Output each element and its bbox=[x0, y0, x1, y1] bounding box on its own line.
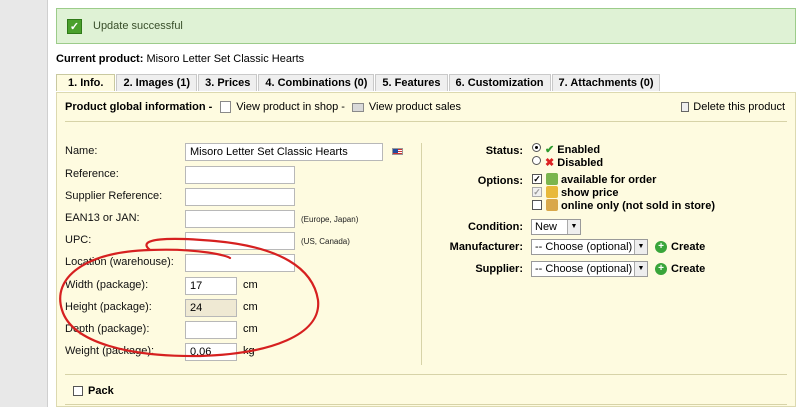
status-disabled-radio[interactable] bbox=[532, 156, 541, 165]
height-input[interactable] bbox=[185, 299, 237, 317]
weight-label: Weight (package): bbox=[65, 345, 155, 357]
height-unit: cm bbox=[243, 301, 258, 313]
chevron-down-icon: ▼ bbox=[634, 240, 647, 254]
view-in-shop-link[interactable]: View product in shop - bbox=[236, 101, 345, 113]
online-only-label: online only (not sold in store) bbox=[561, 200, 715, 212]
width-label: Width (package): bbox=[65, 279, 149, 291]
success-text: Update successful bbox=[93, 20, 183, 32]
status-enabled: ✔ Enabled bbox=[545, 143, 600, 156]
product-info-panel: Product global information - View produc… bbox=[56, 92, 796, 407]
supplier-reference-input[interactable] bbox=[185, 188, 295, 206]
supplier-select[interactable]: -- Choose (optional) -- ▼ bbox=[531, 261, 648, 277]
ean13-label: EAN13 or JAN: bbox=[65, 212, 140, 224]
height-label: Height (package): bbox=[65, 301, 152, 313]
depth-input[interactable] bbox=[185, 321, 237, 339]
status-label: Status: bbox=[485, 145, 523, 157]
shop-icon bbox=[546, 199, 558, 211]
chevron-down-icon: ▼ bbox=[634, 262, 647, 276]
depth-unit: cm bbox=[243, 323, 258, 335]
status-enabled-radio[interactable] bbox=[532, 143, 541, 152]
create-manufacturer-label: Create bbox=[671, 241, 706, 253]
weight-unit: kg bbox=[243, 345, 255, 357]
pack-option[interactable]: Pack bbox=[73, 385, 114, 397]
success-notification: ✓ Update successful bbox=[56, 8, 796, 44]
upc-label: UPC: bbox=[65, 234, 92, 246]
tab-prices[interactable]: 3. Prices bbox=[198, 74, 258, 91]
upc-input[interactable] bbox=[185, 232, 295, 250]
pack-label: Pack bbox=[88, 385, 114, 397]
ean13-hint: (Europe, Japan) bbox=[301, 215, 359, 224]
status-disabled: ✖ Disabled bbox=[545, 156, 603, 169]
divider bbox=[65, 374, 787, 375]
tab-customization[interactable]: 6. Customization bbox=[448, 74, 551, 91]
tab-features[interactable]: 5. Features bbox=[375, 74, 448, 91]
condition-value: New bbox=[535, 221, 558, 233]
create-manufacturer-button[interactable]: + Create bbox=[655, 241, 705, 253]
coins-icon bbox=[546, 186, 558, 198]
divider bbox=[65, 121, 787, 122]
page-icon bbox=[220, 101, 232, 113]
chevron-down-icon: ▼ bbox=[567, 220, 580, 234]
current-product-label: Current product: bbox=[56, 53, 144, 65]
name-input[interactable] bbox=[185, 143, 383, 161]
panel-title: Product global information - bbox=[65, 101, 213, 113]
create-supplier-label: Create bbox=[671, 263, 706, 275]
reference-label: Reference: bbox=[65, 168, 119, 180]
condition-select[interactable]: New ▼ bbox=[531, 219, 581, 235]
name-label: Name: bbox=[65, 145, 98, 157]
options-label: Options: bbox=[477, 175, 523, 187]
product-tabs: 1. Info. 2. Images (1) 3. Prices 4. Comb… bbox=[56, 74, 661, 92]
supplier-reference-label: Supplier Reference: bbox=[65, 190, 163, 202]
pack-checkbox[interactable] bbox=[73, 386, 83, 396]
manufacturer-label: Manufacturer: bbox=[449, 241, 523, 253]
online-only-checkbox[interactable] bbox=[532, 200, 542, 210]
location-input[interactable] bbox=[185, 254, 295, 272]
supplier-value: -- Choose (optional) -- bbox=[535, 263, 643, 275]
tab-attachments[interactable]: 7. Attachments (0) bbox=[551, 74, 661, 91]
tab-info[interactable]: 1. Info. bbox=[56, 74, 116, 91]
cross-icon: ✖ bbox=[545, 157, 555, 169]
width-unit: cm bbox=[243, 279, 258, 291]
check-icon: ✔ bbox=[545, 144, 555, 156]
create-supplier-button[interactable]: + Create bbox=[655, 263, 705, 275]
panel-title-bar: Product global information - View produc… bbox=[65, 101, 464, 113]
condition-label: Condition: bbox=[468, 221, 523, 233]
location-label: Location (warehouse): bbox=[65, 256, 174, 268]
status-disabled-label: Disabled bbox=[557, 157, 604, 169]
add-icon: + bbox=[655, 263, 667, 275]
ean13-input[interactable] bbox=[185, 210, 295, 228]
check-icon: ✓ bbox=[67, 18, 82, 34]
available-for-order-label: available for order bbox=[561, 174, 657, 186]
sales-icon bbox=[351, 102, 364, 112]
divider bbox=[65, 404, 787, 405]
current-product-name: Misoro Letter Set Classic Hearts bbox=[146, 53, 305, 65]
depth-label: Depth (package): bbox=[65, 323, 150, 335]
add-icon: + bbox=[655, 241, 667, 253]
delete-label: Delete this product bbox=[693, 101, 785, 113]
width-input[interactable] bbox=[185, 277, 237, 295]
tab-images[interactable]: 2. Images (1) bbox=[116, 74, 198, 91]
reference-input[interactable] bbox=[185, 166, 295, 184]
cart-icon bbox=[546, 173, 558, 185]
weight-input[interactable] bbox=[185, 343, 237, 361]
trash-icon bbox=[681, 102, 690, 112]
us-flag-icon[interactable] bbox=[392, 148, 403, 155]
column-divider bbox=[421, 143, 422, 365]
manufacturer-select[interactable]: -- Choose (optional) -- ▼ bbox=[531, 239, 648, 255]
delete-product-button[interactable]: Delete this product bbox=[681, 101, 785, 113]
show-price-checkbox[interactable]: ✓ bbox=[532, 187, 542, 197]
upc-hint: (US, Canada) bbox=[301, 237, 350, 246]
available-for-order-checkbox[interactable]: ✓ bbox=[532, 174, 542, 184]
supplier-label: Supplier: bbox=[475, 263, 523, 275]
view-sales-link[interactable]: View product sales bbox=[369, 101, 461, 113]
manufacturer-value: -- Choose (optional) -- bbox=[535, 241, 643, 253]
status-enabled-label: Enabled bbox=[557, 144, 601, 156]
admin-page: ✓ Update successful Current product: Mis… bbox=[47, 0, 800, 407]
tab-combinations[interactable]: 4. Combinations (0) bbox=[258, 74, 375, 91]
current-product: Current product: Misoro Letter Set Class… bbox=[56, 53, 304, 65]
show-price-label: show price bbox=[561, 187, 619, 199]
